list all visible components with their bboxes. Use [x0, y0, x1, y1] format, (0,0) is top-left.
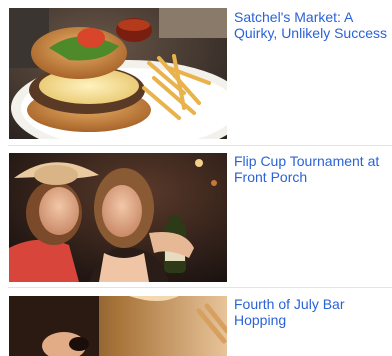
article-list-item[interactable]: Satchel's Market: A Quirky, Unlikely Suc…: [0, 0, 392, 143]
divider: [8, 287, 392, 288]
bar-patrons-photo[interactable]: [9, 296, 227, 356]
divider: [8, 145, 392, 146]
article-list-item[interactable]: Flip Cup Tournament at Front Porch: [0, 148, 392, 284]
article-headline-link[interactable]: Flip Cup Tournament at Front Porch: [234, 153, 390, 185]
article-headline-link[interactable]: Fourth of July Bar Hopping: [234, 296, 390, 328]
burger-and-fries-photo[interactable]: [9, 8, 227, 139]
article-headline-link[interactable]: Satchel's Market: A Quirky, Unlikely Suc…: [234, 9, 390, 41]
two-women-party-photo[interactable]: [9, 153, 227, 282]
article-list-item[interactable]: Fourth of July Bar Hopping: [0, 291, 392, 356]
